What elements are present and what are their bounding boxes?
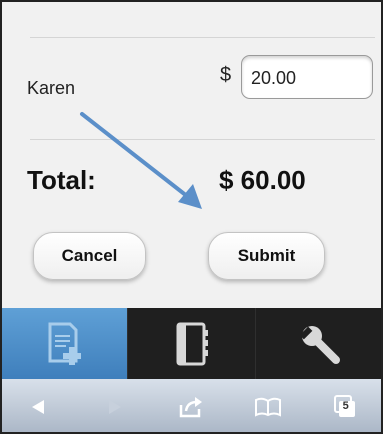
middle-divider <box>30 139 375 140</box>
browser-toolbar: 5 <box>0 379 383 434</box>
tab-new-entry[interactable] <box>0 308 128 379</box>
forward-button[interactable] <box>95 387 135 427</box>
total-label: Total: <box>27 165 96 195</box>
wrench-icon <box>299 325 340 364</box>
back-arrow-icon <box>32 399 45 414</box>
tab-count: 5 <box>342 399 349 412</box>
app-tab-bar <box>0 308 383 379</box>
amount-input[interactable]: 20.00 <box>241 55 373 99</box>
submit-button[interactable]: Submit <box>208 232 325 280</box>
top-divider <box>30 37 375 38</box>
currency-symbol: $ <box>220 64 232 86</box>
notebook-icon <box>176 322 208 365</box>
tab-settings[interactable] <box>256 308 383 379</box>
tab-notebook[interactable] <box>128 308 256 379</box>
forward-arrow-icon <box>108 399 121 414</box>
cancel-button[interactable]: Cancel <box>33 232 146 280</box>
share-icon <box>180 396 203 417</box>
tabs-button[interactable]: 5 <box>325 387 365 427</box>
share-button[interactable] <box>171 387 211 427</box>
bookmarks-button[interactable] <box>248 387 288 427</box>
bookmarks-icon <box>255 397 282 417</box>
total-value: $ 60.00 <box>219 165 306 195</box>
person-name: Karen <box>27 78 76 98</box>
add-document-icon <box>48 322 81 365</box>
back-button[interactable] <box>18 387 58 427</box>
